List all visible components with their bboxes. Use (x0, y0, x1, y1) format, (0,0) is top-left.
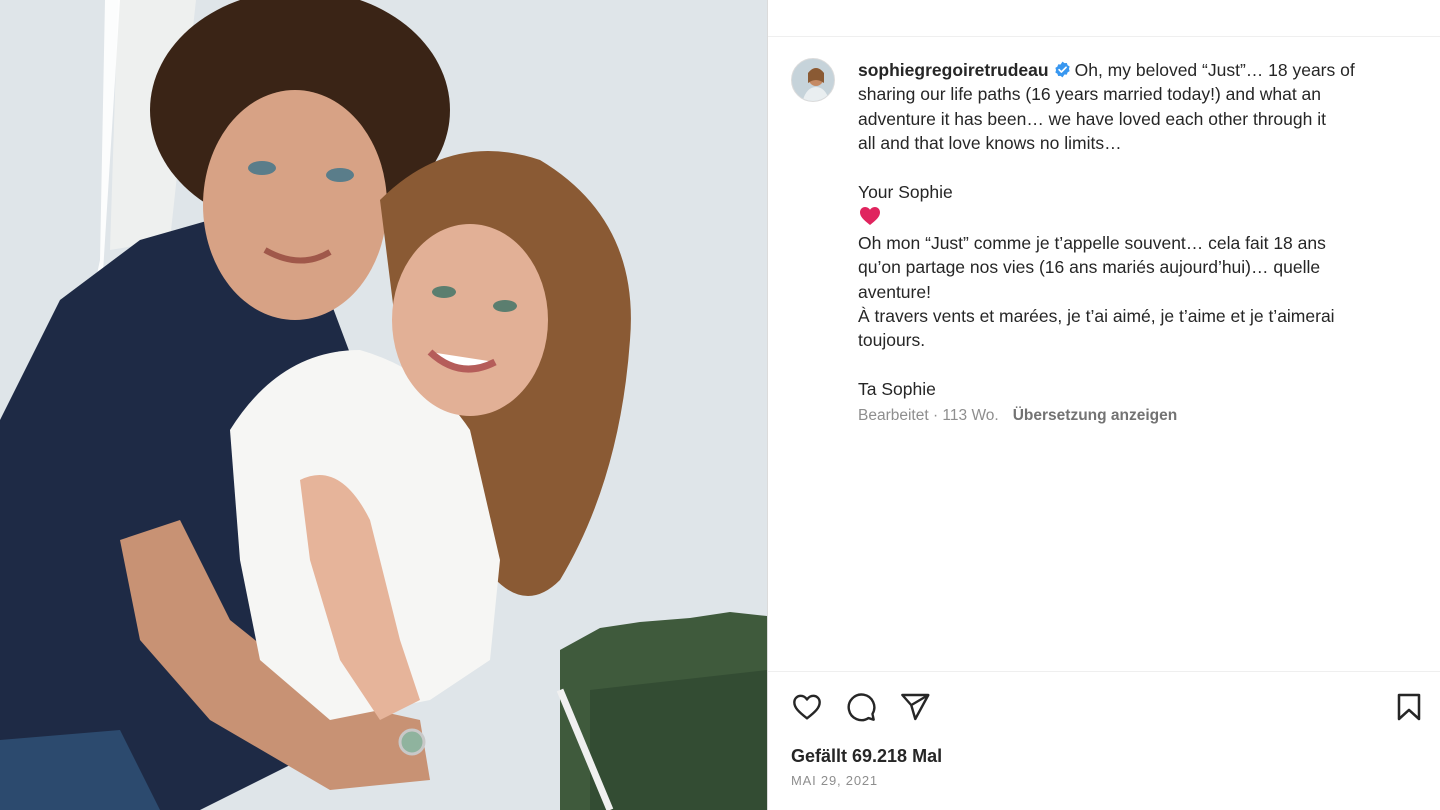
caption-line: Oh, my beloved “Just”… 18 years of (1074, 60, 1355, 80)
caption-line: adventure it has been… we have loved eac… (858, 108, 1326, 129)
post-date[interactable]: MAI 29, 2021 (791, 773, 878, 788)
verified-badge-icon (1054, 61, 1071, 78)
caption-signature-fr: Ta Sophie (858, 379, 936, 400)
edited-timestamp: Bearbeitet · 113 Wo. (858, 407, 999, 424)
heart-emoji-line (858, 204, 1418, 230)
caption-line: À travers vents et marées, je t’ai aimé,… (858, 306, 1335, 327)
red-heart-emoji (858, 204, 882, 228)
post-caption: sophiegregoiretrudeau Oh, my beloved “Jus… (858, 58, 1418, 402)
caption-line: all and that love knows no limits… (858, 133, 1122, 154)
action-bar (768, 688, 1440, 728)
comment-icon (847, 693, 876, 722)
paper-plane-icon (901, 693, 930, 721)
caption-signature-en: Your Sophie (858, 182, 953, 203)
comment-button[interactable] (842, 688, 880, 726)
bookmark-icon (1397, 693, 1421, 721)
caption-line: sharing our life paths (16 years married… (858, 84, 1322, 105)
caption-line: qu’on partage nos vies (16 ans mariés au… (858, 257, 1321, 278)
heart-icon (793, 694, 821, 720)
likes-count[interactable]: Gefällt 69.218 Mal (791, 746, 942, 767)
username-link[interactable]: sophiegregoiretrudeau (858, 60, 1049, 80)
share-button[interactable] (896, 688, 934, 726)
caption-line: Oh mon “Just” comme je t’appelle souvent… (858, 232, 1326, 253)
caption-line: aventure! (858, 281, 931, 302)
like-button[interactable] (788, 688, 826, 726)
couple-photo-illustration (0, 0, 767, 810)
save-button[interactable] (1390, 688, 1428, 726)
avatar-image (792, 59, 834, 101)
caption-line: toujours. (858, 330, 926, 351)
divider (768, 671, 1440, 672)
post-meta: Bearbeitet · 113 Wo. Übersetzung anzeigen (858, 407, 1177, 425)
post-photo (0, 0, 767, 810)
avatar[interactable] (791, 58, 835, 102)
see-translation-button[interactable]: Übersetzung anzeigen (1013, 407, 1178, 424)
post-panel: sophiegregoiretrudeau Oh, my beloved “Jus… (767, 0, 1440, 810)
divider (768, 36, 1440, 37)
